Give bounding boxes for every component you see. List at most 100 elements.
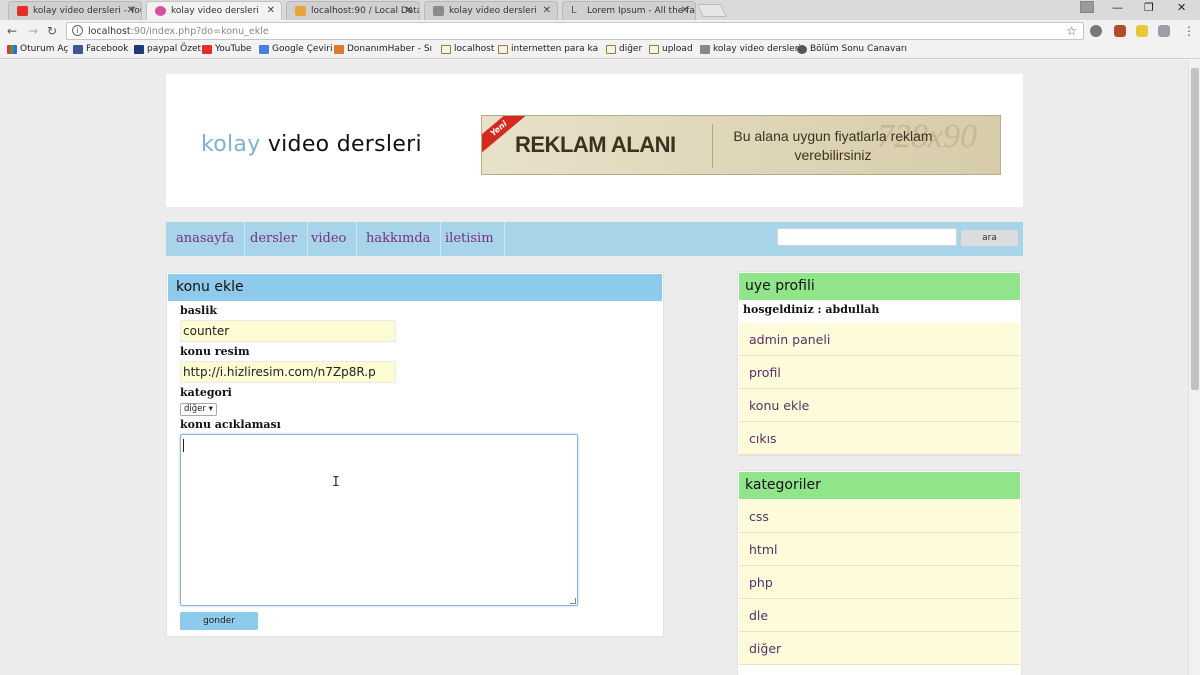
- site-logo[interactable]: kolay video dersleri: [201, 132, 422, 157]
- close-window-button[interactable]: ✕: [1177, 1, 1186, 14]
- bookmark-item[interactable]: diğer: [606, 44, 642, 54]
- address-bar[interactable]: i localhost:90/index.php?do=konu_ekle ☆: [66, 22, 1084, 40]
- nav-hakkimda[interactable]: hakkımda: [356, 222, 442, 256]
- site-icon: [155, 6, 166, 16]
- youtube-icon: [17, 6, 28, 16]
- baslik-input[interactable]: counter: [180, 320, 396, 342]
- extension-icon[interactable]: [1090, 25, 1102, 37]
- close-icon[interactable]: ✕: [405, 5, 413, 16]
- bookmark-item[interactable]: kolay video dersleri: [700, 44, 801, 54]
- category-item-css[interactable]: css: [739, 500, 1020, 533]
- resim-label: konu resim: [180, 345, 250, 358]
- nav-anasayfa[interactable]: anasayfa: [166, 222, 246, 256]
- aciklama-textarea[interactable]: I: [180, 434, 578, 606]
- nav-video[interactable]: video: [301, 222, 358, 256]
- profile-link-profil[interactable]: profil: [739, 356, 1020, 389]
- paypal-icon: [134, 45, 144, 54]
- page-icon: [700, 45, 710, 54]
- user-icon[interactable]: [1080, 1, 1094, 13]
- dh-icon: [334, 45, 344, 54]
- page-icon: [433, 6, 444, 16]
- info-icon[interactable]: i: [72, 25, 83, 36]
- folder-icon: [441, 45, 451, 54]
- ad-title: REKLAM ALANI: [515, 132, 676, 157]
- page-viewport: kolay video dersleri Yeni REKLAM ALANI 7…: [0, 60, 1188, 675]
- close-icon[interactable]: ✕: [127, 5, 135, 16]
- lorem-icon: L: [571, 5, 577, 16]
- forward-icon[interactable]: →: [28, 24, 38, 38]
- apps-icon: [7, 45, 17, 54]
- bookmark-item[interactable]: paypal Özet: [134, 44, 201, 54]
- tab-4[interactable]: L Lorem Ipsum - All the fac ✕: [562, 1, 696, 20]
- tab-0[interactable]: kolay video dersleri - You ✕: [8, 1, 142, 20]
- menu-icon[interactable]: ⋮: [1183, 24, 1195, 38]
- new-tab-button[interactable]: [696, 4, 728, 17]
- bookmarks-bar: Oturum Aç Facebook paypal Özet YouTube G…: [0, 42, 1200, 59]
- close-icon[interactable]: ✕: [543, 5, 551, 16]
- bookmark-item[interactable]: Bölüm Sonu Canavarı: [797, 44, 907, 54]
- translate-icon: [259, 45, 269, 54]
- nav-iletisim[interactable]: iletisim: [435, 222, 505, 256]
- youtube-icon: [202, 45, 212, 54]
- page-scrollbar[interactable]: [1188, 60, 1200, 675]
- resize-grip-icon[interactable]: [570, 598, 576, 604]
- bookmark-item[interactable]: Oturum Aç: [7, 44, 68, 54]
- phpmyadmin-icon: [295, 6, 306, 16]
- nav-dersler[interactable]: dersler: [240, 222, 308, 256]
- extension-icon[interactable]: [1114, 25, 1126, 37]
- bookmark-item[interactable]: Facebook: [73, 44, 128, 54]
- url-text: localhost:90/index.php?do=konu_ekle: [88, 26, 269, 37]
- tab-1[interactable]: kolay video dersleri ✕: [146, 1, 282, 20]
- main-nav: anasayfa dersler video hakkımda iletisim…: [166, 222, 1023, 256]
- back-icon[interactable]: ←: [7, 24, 17, 38]
- kategori-select[interactable]: diğer ▾: [180, 403, 217, 416]
- welcome-text: hosgeldiniz : abdullah: [743, 303, 880, 316]
- extension-icon[interactable]: [1158, 25, 1170, 37]
- bookmark-item[interactable]: YouTube: [202, 44, 252, 54]
- text-cursor-icon: I: [332, 475, 340, 490]
- category-item-diger[interactable]: diğer: [739, 632, 1020, 665]
- search-input[interactable]: [777, 228, 957, 246]
- category-item-dle[interactable]: dle: [739, 599, 1020, 632]
- minimize-button[interactable]: —: [1112, 1, 1123, 14]
- resim-input[interactable]: http://i.hizliresim.com/n7Zp8R.p: [180, 361, 396, 383]
- profile-link-cikis[interactable]: cıkıs: [739, 422, 1020, 455]
- ad-banner[interactable]: Yeni REKLAM ALANI 728x90 Bu alana uygun …: [481, 115, 1001, 175]
- folder-icon: [498, 45, 508, 54]
- aciklama-label: konu acıklaması: [180, 418, 281, 431]
- kategori-label: kategori: [180, 386, 232, 399]
- topic-form-panel: konu ekle baslik counter konu resim http…: [166, 272, 664, 637]
- profile-link-admin[interactable]: admin paneli: [739, 323, 1020, 356]
- close-icon[interactable]: ✕: [267, 5, 275, 16]
- browser-chrome: kolay video dersleri - You ✕ kolay video…: [0, 0, 1200, 60]
- category-item-html[interactable]: html: [739, 533, 1020, 566]
- panel-title: konu ekle: [168, 274, 662, 301]
- categories-panel: kategoriler css html php dle diğer: [737, 470, 1022, 675]
- bsc-icon: [797, 45, 807, 54]
- extension-icon[interactable]: [1136, 25, 1148, 37]
- bookmark-item[interactable]: Google Çeviri: [259, 44, 332, 54]
- tab-2[interactable]: localhost:90 / Local Data ✕: [286, 1, 420, 20]
- bookmark-item[interactable]: internetten para kaza: [498, 44, 598, 54]
- close-icon[interactable]: ✕: [681, 5, 689, 16]
- text-caret: [183, 439, 184, 452]
- tab-label: kolay video dersleri: [449, 6, 537, 16]
- bookmark-item[interactable]: upload: [649, 44, 693, 54]
- search-button[interactable]: ara: [961, 230, 1018, 246]
- baslik-label: baslik: [180, 304, 217, 317]
- ad-text: Bu alana uygun fiyatlarla reklam verebil…: [733, 128, 933, 163]
- profile-panel: uye profili hosgeldiniz : abdullah admin…: [737, 271, 1022, 456]
- categories-title: kategoriler: [739, 472, 1020, 499]
- category-item-php[interactable]: php: [739, 566, 1020, 599]
- scrollbar-thumb[interactable]: [1191, 68, 1199, 390]
- ad-divider: [712, 124, 713, 168]
- bookmark-star-icon[interactable]: ☆: [1066, 24, 1077, 38]
- profile-link-konu-ekle[interactable]: konu ekle: [739, 389, 1020, 422]
- bookmark-item[interactable]: DonanımHaber - Sık S: [334, 44, 432, 54]
- submit-button[interactable]: gonder: [180, 612, 258, 630]
- bookmark-item[interactable]: localhost: [441, 44, 494, 54]
- restore-button[interactable]: ❐: [1144, 1, 1154, 14]
- reload-icon[interactable]: ↻: [47, 24, 57, 38]
- tab-3[interactable]: kolay video dersleri ✕: [424, 1, 558, 20]
- folder-icon: [649, 45, 659, 54]
